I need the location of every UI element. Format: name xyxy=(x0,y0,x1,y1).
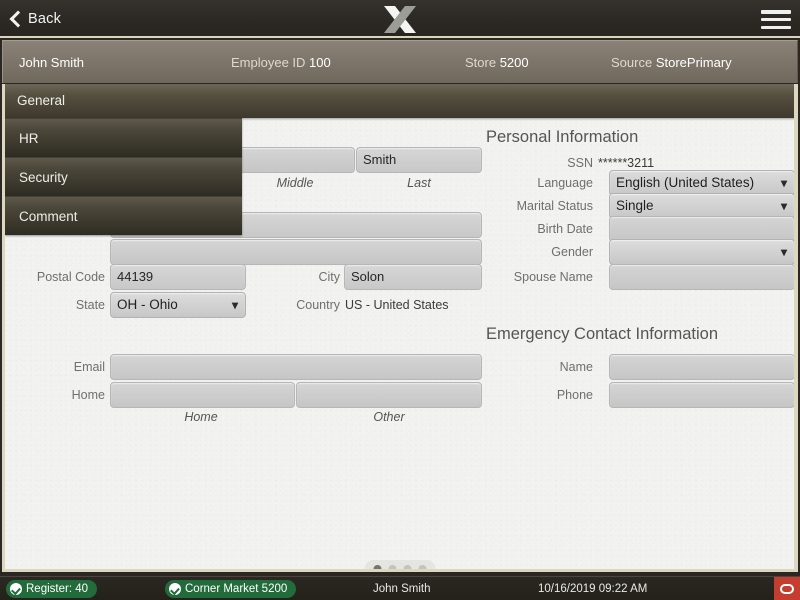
store: Store 5200 xyxy=(465,55,529,70)
emergency-phone-label: Phone xyxy=(556,388,593,402)
spouse-name-label: Spouse Name xyxy=(513,270,593,284)
last-name-sublabel: Last xyxy=(407,176,431,190)
personal-information-title: Personal Information xyxy=(486,128,639,146)
menu-item-comment[interactable]: Comment xyxy=(5,196,242,235)
employee-id: Employee ID 100 xyxy=(231,55,331,70)
emergency-contact-title: Emergency Contact Information xyxy=(486,325,719,343)
status-bar: Register: 40 Corner Market 5200 John Smi… xyxy=(0,576,800,600)
employee-info-bar: John Smith Employee ID 100 Store 5200 So… xyxy=(2,40,798,83)
menu-item-hr[interactable]: HR xyxy=(5,118,242,157)
postal-code-label: Postal Code xyxy=(36,270,105,284)
employee-name: John Smith xyxy=(19,55,84,70)
check-circle-icon xyxy=(169,583,181,595)
register-status-pill[interactable]: Register: 40 xyxy=(6,580,98,598)
state-select[interactable]: OH - Ohio ▾ xyxy=(110,292,246,318)
app-logo-icon xyxy=(384,6,416,33)
store-label: Store xyxy=(465,54,497,70)
emergency-name-label: Name xyxy=(559,360,593,374)
language-select-value: English (United States) xyxy=(616,175,755,190)
city-label: City xyxy=(318,270,340,284)
last-name-input[interactable]: Smith xyxy=(356,147,482,173)
hamburger-menu-icon[interactable] xyxy=(761,10,791,29)
source-label: Source xyxy=(611,54,653,70)
hamburger-bar xyxy=(761,10,791,14)
menu-item-label: Comment xyxy=(19,209,78,224)
store-status-label: Corner Market 5200 xyxy=(185,583,288,595)
employee-id-label: Employee ID xyxy=(231,54,306,70)
spouse-name-input[interactable] xyxy=(609,264,794,290)
check-circle-icon xyxy=(10,583,22,595)
gender-select[interactable]: ▾ xyxy=(609,239,794,265)
home-phone-label: Home xyxy=(71,388,105,402)
city-input[interactable]: Solon xyxy=(344,264,482,290)
state-label: State xyxy=(75,298,105,312)
home-phone-sublabel: Home xyxy=(184,410,218,424)
emergency-name-input[interactable] xyxy=(609,354,794,380)
state-select-value: OH - Ohio xyxy=(117,297,178,312)
menu-item-label: HR xyxy=(19,131,39,146)
gender-label: Gender xyxy=(551,245,593,259)
menu-header-label: General xyxy=(17,93,66,108)
other-phone-sublabel: Other xyxy=(373,410,405,424)
chevron-down-icon: ▾ xyxy=(780,176,787,190)
power-icon xyxy=(780,584,794,594)
source: Source StorePrimary xyxy=(611,55,732,70)
top-navigation-bar: Back xyxy=(0,0,800,38)
email-input[interactable] xyxy=(110,354,482,380)
chevron-down-icon: ▾ xyxy=(780,199,787,213)
hamburger-bar xyxy=(761,25,791,29)
employee-name-value: John Smith xyxy=(19,54,85,70)
page-dot-4[interactable] xyxy=(418,565,426,569)
status-user-name: John Smith xyxy=(373,583,431,595)
back-button-label: Back xyxy=(28,11,62,27)
chevron-left-icon xyxy=(10,10,21,28)
marital-status-select-value: Single xyxy=(616,198,654,213)
country-value: US - United States xyxy=(345,298,449,312)
page-dot-2[interactable] xyxy=(388,565,396,569)
emergency-phone-input[interactable] xyxy=(609,382,794,408)
email-label: Email xyxy=(73,360,105,374)
middle-name-sublabel: Middle xyxy=(276,176,314,190)
hamburger-bar xyxy=(761,17,791,22)
postal-code-input[interactable]: 44139 xyxy=(110,264,246,290)
employee-detail-screen: Back John Smith Employee ID 100 Store 52… xyxy=(0,0,800,600)
page-dot-3[interactable] xyxy=(403,565,411,569)
menu-header-general[interactable]: General xyxy=(5,84,794,118)
chevron-down-icon: ▾ xyxy=(780,245,787,259)
country-label: Country xyxy=(296,298,340,312)
page-indicator[interactable] xyxy=(364,560,435,569)
back-button[interactable]: Back xyxy=(6,0,71,38)
menu-item-security[interactable]: Security xyxy=(5,157,242,196)
address-line2-input[interactable] xyxy=(110,239,482,265)
menu-item-label: Security xyxy=(19,170,68,185)
store-status-pill[interactable]: Corner Market 5200 xyxy=(165,580,297,598)
other-phone-input[interactable] xyxy=(296,382,482,408)
home-phone-input[interactable] xyxy=(110,382,295,408)
register-status-label: Register: 40 xyxy=(26,583,89,595)
store-value: 5200 xyxy=(499,54,529,70)
status-datetime: 10/16/2019 09:22 AM xyxy=(538,583,648,595)
power-button[interactable] xyxy=(774,577,800,600)
content-pane: Smith Middle Last Pkwy Postal Code 44139… xyxy=(2,84,798,572)
employee-id-value: 100 xyxy=(309,54,331,70)
source-value: StorePrimary xyxy=(655,54,732,70)
page-dot-1[interactable] xyxy=(373,565,381,569)
